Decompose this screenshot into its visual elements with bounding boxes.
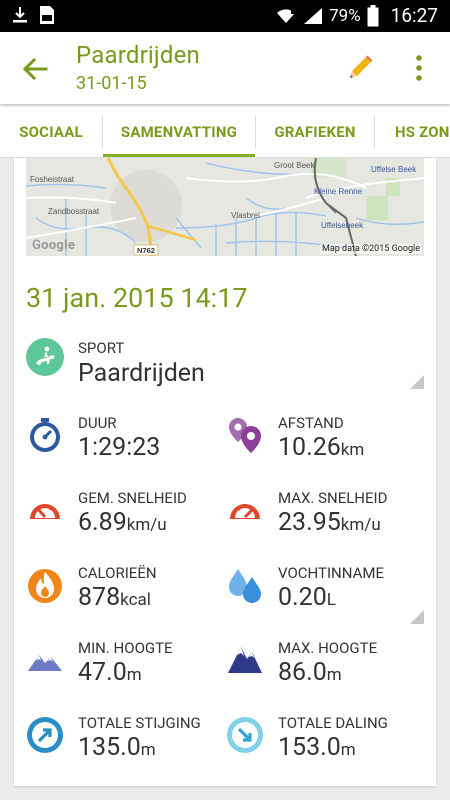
stat-label: TOTALE STIJGING bbox=[78, 714, 201, 732]
horse-riding-icon bbox=[26, 338, 64, 376]
active-tab-indicator bbox=[103, 154, 255, 157]
tab-bar: SOCIAAL SAMENVATTING GRAFIEKEN HS ZON bbox=[0, 106, 450, 158]
app-bar: Paardrijden 31-01-15 bbox=[0, 32, 450, 104]
tab-samenvatting[interactable]: SAMENVATTING bbox=[103, 106, 255, 157]
map-street-label: Kleine Renne bbox=[314, 187, 363, 196]
stat-value: 1:29:23 bbox=[78, 433, 161, 462]
tab-grafieken[interactable]: GRAFIEKEN bbox=[256, 106, 374, 157]
stat-duration: DUUR 1:29:23 bbox=[26, 414, 226, 474]
tab-sociaal[interactable]: SOCIAAL bbox=[0, 106, 102, 157]
map-street-label: Fosheistraat bbox=[30, 175, 75, 184]
map-street-label: Uffelsebeek bbox=[321, 221, 364, 230]
stat-min-altitude: MIN. HOOGTE 47.0m bbox=[26, 639, 226, 699]
stat-value: 23.95km/u bbox=[278, 508, 381, 537]
stat-label: AFSTAND bbox=[278, 414, 344, 432]
stat-label: DUUR bbox=[78, 414, 117, 432]
stat-max-altitude: MAX. HOOGTE 86.0m bbox=[226, 639, 426, 699]
workout-datetime: 31 jan. 2015 14:17 bbox=[26, 282, 248, 314]
stat-hydration: VOCHTINNAME 0.20L bbox=[226, 564, 426, 624]
road-sign-label: N762 bbox=[137, 246, 155, 255]
battery-percent: 79% bbox=[329, 5, 361, 26]
map-street-label: Uffelse Beek bbox=[371, 165, 417, 174]
map-credit: Map data ©2015 Google bbox=[319, 244, 422, 254]
descent-arrow-icon bbox=[227, 717, 263, 753]
speedometer-max-icon bbox=[230, 504, 260, 519]
stat-value: 153.0m bbox=[278, 733, 356, 762]
page-subtitle: 31-01-15 bbox=[76, 73, 147, 94]
stat-total-ascent: TOTALE STIJGING 135.0m bbox=[26, 714, 226, 774]
stat-value: 135.0m bbox=[78, 733, 156, 762]
map-graphic: Fosheistraat Zandbosstraat Vlasbrei Klei… bbox=[26, 158, 424, 256]
stat-value: 6.89km/u bbox=[78, 508, 167, 537]
stat-value: 47.0m bbox=[78, 658, 142, 687]
summary-card: Fosheistraat Zandbosstraat Vlasbrei Klei… bbox=[14, 158, 436, 786]
stat-label: TOTALE DALING bbox=[278, 714, 388, 732]
stat-distance: AFSTAND 10.26km bbox=[226, 414, 426, 474]
speedometer-icon bbox=[30, 504, 60, 519]
stat-value: 10.26km bbox=[278, 433, 365, 462]
map-street-label: Zandbosstraat bbox=[48, 207, 100, 216]
download-icon bbox=[13, 7, 27, 23]
stat-label: MAX. SNELHEID bbox=[278, 489, 388, 507]
stat-total-descent: TOTALE DALING 153.0m bbox=[226, 714, 426, 774]
wifi-icon bbox=[277, 7, 297, 23]
map-street-label: Groot Beek bbox=[274, 161, 315, 170]
stat-avg-speed: GEM. SNELHEID 6.89km/u bbox=[26, 489, 226, 549]
sport-label: SPORT bbox=[78, 339, 125, 357]
status-bar: 79% 16:27 bbox=[0, 0, 450, 32]
stat-value: 0.20L bbox=[278, 583, 336, 612]
sd-card-icon bbox=[40, 6, 54, 24]
mountain-low-icon bbox=[28, 655, 62, 671]
battery-icon bbox=[367, 4, 379, 26]
map-street-label: Vlasbrei bbox=[231, 211, 260, 220]
page-title: Paardrijden bbox=[76, 41, 200, 69]
sport-value[interactable]: Paardrijden bbox=[78, 359, 205, 388]
stat-value: 878kcal bbox=[78, 583, 151, 612]
stopwatch-icon bbox=[30, 418, 60, 452]
stat-value: 86.0m bbox=[278, 658, 342, 687]
google-logo: Google bbox=[32, 238, 76, 253]
route-map[interactable]: Fosheistraat Zandbosstraat Vlasbrei Klei… bbox=[26, 158, 424, 256]
location-pins-icon bbox=[229, 418, 261, 453]
status-time: 16:27 bbox=[390, 4, 438, 27]
tab-hs-zone[interactable]: HS ZON bbox=[375, 106, 450, 157]
stat-max-speed: MAX. SNELHEID 23.95km/u bbox=[226, 489, 426, 549]
stat-label: GEM. SNELHEID bbox=[78, 489, 187, 507]
back-arrow-icon[interactable] bbox=[20, 54, 50, 84]
stat-label: MIN. HOOGTE bbox=[78, 639, 173, 657]
stat-label: VOCHTINNAME bbox=[278, 564, 384, 582]
stat-calories: CALORIEËN 878kcal bbox=[26, 564, 226, 624]
flame-icon bbox=[28, 569, 62, 603]
sport-dropdown-indicator[interactable] bbox=[410, 375, 424, 389]
water-drops-icon bbox=[229, 569, 261, 603]
mountain-high-icon bbox=[228, 647, 262, 673]
stat-label: CALORIEËN bbox=[78, 564, 157, 582]
edit-pencil-icon[interactable] bbox=[345, 53, 375, 83]
signal-icon bbox=[304, 7, 323, 24]
more-options-icon[interactable] bbox=[414, 54, 424, 82]
hydration-dropdown-indicator[interactable] bbox=[410, 610, 424, 624]
stat-label: MAX. HOOGTE bbox=[278, 639, 378, 657]
ascent-arrow-icon bbox=[27, 717, 63, 753]
